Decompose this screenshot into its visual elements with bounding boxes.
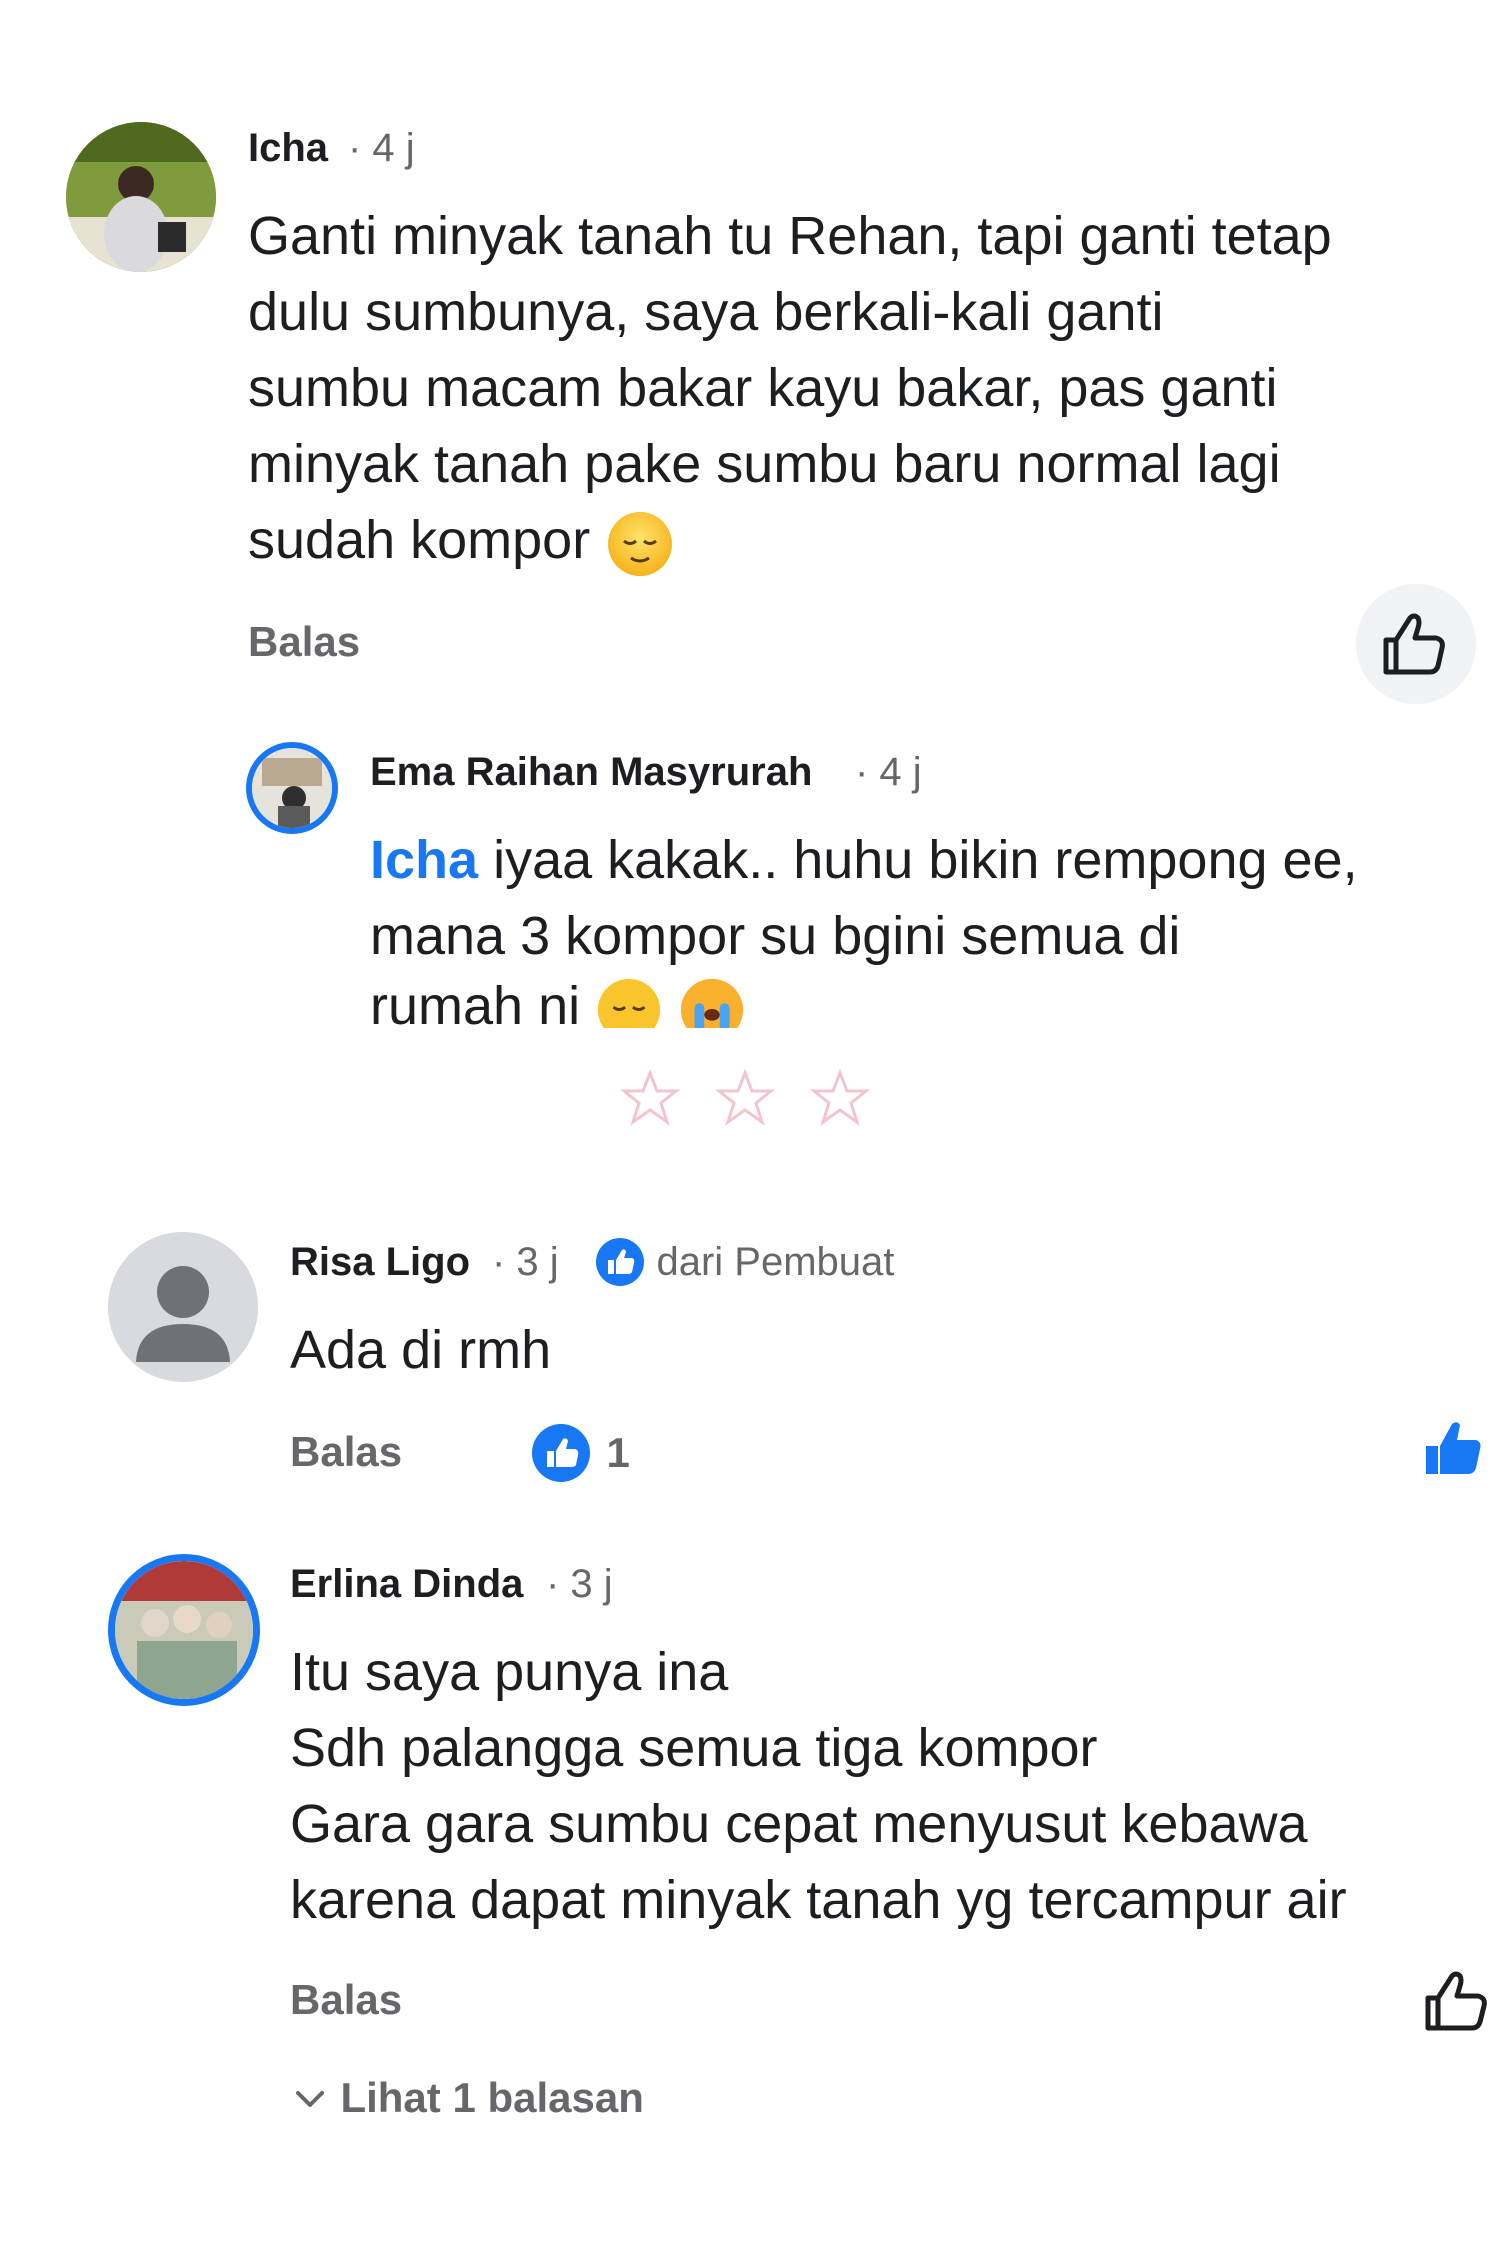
crying-face-emoji-icon <box>681 978 744 1028</box>
avatar-ema[interactable] <box>246 742 338 834</box>
view-replies-label: Lihat 1 balasan <box>340 2074 644 2121</box>
comment-author[interactable]: Risa Ligo <box>290 1240 470 1285</box>
mention-link[interactable]: Icha <box>370 830 478 890</box>
like-button[interactable] <box>1416 1962 1496 2042</box>
comment-text-line: rumah ni <box>370 976 581 1028</box>
reaction-summary[interactable]: 1 <box>530 1422 630 1484</box>
comment-text-line: Gara gara sumbu cepat menyusut kebawa <box>290 1794 1308 1854</box>
avatar-icha[interactable] <box>66 122 216 272</box>
author-like-badge: dari Pembuat <box>594 1236 894 1292</box>
comment-time: · 4 j <box>855 750 922 794</box>
relieved-face-emoji-icon <box>608 511 673 576</box>
comment-text-first-line: Icha iyaa kakak.. huhu bikin rempong ee, <box>370 822 1358 898</box>
comment-text-line: iyaa kakak.. huhu bikin rempong ee, <box>478 830 1358 890</box>
comment-text-line: Sdh palangga semua tiga kompor <box>290 1718 1098 1778</box>
comment-text-line: Ganti minyak tanah tu Rehan, tapi ganti … <box>248 206 1332 266</box>
chevron-down-icon <box>296 2091 324 2107</box>
avatar-risa[interactable] <box>108 1232 258 1382</box>
comment-text-line: mana 3 kompor su bgini semua di <box>370 906 1181 966</box>
comment-text-line: sudah kompor <box>248 510 591 570</box>
like-button[interactable] <box>1356 584 1476 704</box>
comment-text-line: dulu sumbunya, saya berkali-kali ganti <box>248 282 1164 342</box>
reply-button[interactable]: Balas <box>290 1976 402 2024</box>
comment-author[interactable]: Icha <box>248 126 328 171</box>
thumbs-up-filled-icon <box>1426 1422 1481 1474</box>
relieved-face-emoji-icon <box>598 978 661 1028</box>
comment-text-line: minyak tanah pake sumbu baru normal lagi <box>248 434 1281 494</box>
avatar-erlina[interactable] <box>108 1554 260 1706</box>
view-replies-link[interactable]: Lihat 1 balasan <box>290 2074 644 2122</box>
divider-stars <box>619 1068 880 1128</box>
comment-text-line: Ada di rmh <box>290 1320 552 1380</box>
comment-author[interactable]: Ema Raihan Masyrurah <box>370 750 812 795</box>
comment-text-line: Itu saya punya ina <box>290 1642 729 1702</box>
thumbs-up-badge-icon <box>596 1238 644 1286</box>
star-divider-icon <box>619 1068 871 1126</box>
default-user-icon <box>108 1232 258 1382</box>
comment-time: · 4 j <box>348 126 415 170</box>
like-button[interactable] <box>1418 1412 1488 1482</box>
author-badge-label: dari Pembuat <box>656 1239 895 1284</box>
like-reaction-icon <box>532 1424 590 1482</box>
comment-time: · 3 j <box>546 1562 613 1606</box>
avatar-photo <box>252 748 332 828</box>
thumbs-up-outline-icon <box>1425 1971 1487 2031</box>
avatar-photo <box>66 122 216 272</box>
comment-text-line: sumbu macam bakar kayu bakar, pas ganti <box>248 358 1278 418</box>
reaction-count: 1 <box>606 1429 630 1476</box>
truncated-line-clip: rumah ni <box>370 968 870 1028</box>
comment-text-cropped-line: rumah ni <box>370 968 746 1028</box>
comment-author[interactable]: Erlina Dinda <box>290 1562 523 1607</box>
comment-text-last-line: sudah kompor <box>248 502 675 579</box>
thumbs-up-outline-icon <box>1383 613 1445 675</box>
reply-button[interactable]: Balas <box>248 618 360 666</box>
comment-time: · 3 j <box>492 1240 559 1284</box>
reply-button[interactable]: Balas <box>290 1428 402 1476</box>
avatar-photo <box>115 1561 253 1699</box>
comment-text-line: karena dapat minyak tanah yg tercampur a… <box>290 1870 1347 1930</box>
